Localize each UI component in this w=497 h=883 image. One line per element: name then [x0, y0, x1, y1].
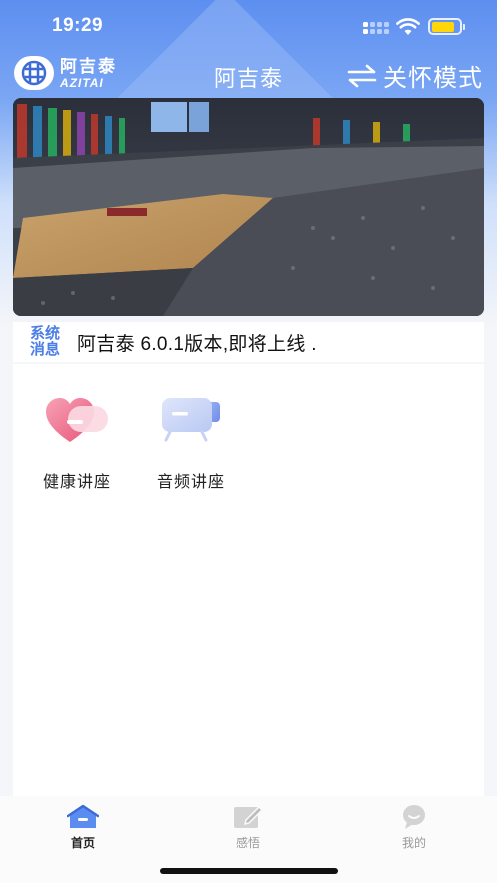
cellular-signal-icon — [363, 20, 389, 36]
profile-chat-icon — [398, 804, 430, 830]
tab-home-label: 首页 — [70, 836, 95, 850]
home-icon — [66, 804, 100, 830]
tab-insights[interactable]: 感悟 — [208, 804, 288, 851]
tab-mine-label: 我的 — [401, 836, 426, 850]
home-indicator — [160, 868, 338, 874]
notice-tag-line2: 消息 — [29, 341, 60, 358]
care-mode-label: 关怀模式 — [383, 65, 483, 92]
care-mode-button[interactable]: 关怀模式 — [347, 58, 483, 93]
tab-insights-label: 感悟 — [235, 836, 260, 850]
battery-icon — [428, 18, 465, 35]
tab-mine[interactable]: 我的 — [374, 804, 454, 851]
status-bar: 19:29 — [0, 0, 497, 54]
feature-audio-lecture-label: 音频讲座 — [156, 474, 225, 491]
wifi-icon — [396, 18, 420, 41]
tab-home[interactable]: 首页 — [43, 804, 123, 851]
video-camera-icon — [156, 392, 226, 448]
feature-health-lecture-label: 健康讲座 — [42, 474, 111, 491]
features-card: 健康讲座 音频讲座 — [13, 364, 484, 796]
battery-level — [431, 21, 455, 32]
nav-bar: 阿吉泰 AZITAI 阿吉泰 关怀模式 — [0, 54, 497, 94]
status-time: 19:29 — [52, 15, 104, 36]
heart-health-icon — [42, 392, 112, 448]
edit-note-icon — [232, 804, 264, 830]
banner-image[interactable] — [13, 98, 484, 316]
swap-arrows-icon — [347, 64, 377, 87]
notice-tag-line1: 系统 — [29, 325, 60, 342]
system-message-tag: 系统 消息 — [25, 326, 65, 358]
feature-audio-lecture[interactable]: 音频讲座 — [143, 392, 239, 492]
notice-text: 阿吉泰 6.0.1版本,即将上线 . — [77, 333, 317, 355]
system-notice-bar[interactable]: 系统 消息 阿吉泰 6.0.1版本,即将上线 . — [13, 322, 484, 362]
feature-health-lecture[interactable]: 健康讲座 — [29, 392, 125, 492]
auditorium-photo — [13, 98, 484, 316]
